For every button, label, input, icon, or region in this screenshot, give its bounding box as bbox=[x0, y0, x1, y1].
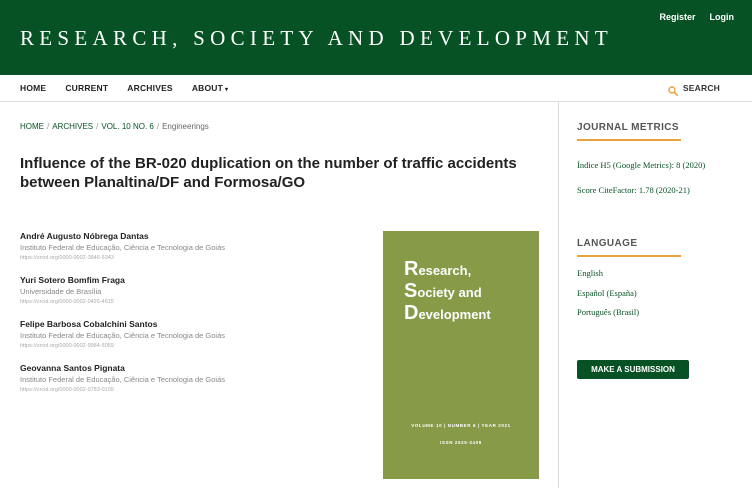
author-entry: Felipe Barbosa Cobalchini Santos Institu… bbox=[20, 319, 270, 350]
cover-title-line: Development bbox=[404, 303, 491, 325]
author-affiliation: Instituto Federal de Educação, Ciência e… bbox=[20, 331, 225, 340]
breadcrumb-home[interactable]: HOME bbox=[20, 122, 44, 131]
nav-item-current[interactable]: CURRENT bbox=[65, 83, 108, 93]
cover-title-text: esearch, bbox=[418, 263, 472, 278]
primary-nav: HOME CURRENT ARCHIVES ABOUT ▾ SEARCH bbox=[0, 75, 752, 102]
breadcrumb-archives[interactable]: ARCHIVES bbox=[52, 122, 93, 131]
metric-link-h5[interactable]: Índice H5 (Google Metrics): 8 (2020) bbox=[577, 160, 705, 170]
author-list: André Augusto Nóbrega Dantas Instituto F… bbox=[20, 231, 270, 407]
nav-item-archives[interactable]: ARCHIVES bbox=[127, 83, 173, 93]
language-link-english[interactable]: English bbox=[577, 268, 603, 278]
author-orcid-link[interactable]: https://orcid.org/0000-0002-0426-4615 bbox=[20, 298, 270, 306]
language-block-title: LANGUAGE bbox=[577, 238, 638, 249]
cover-title-line: Research, bbox=[404, 259, 491, 281]
author-name: André Augusto Nóbrega Dantas bbox=[20, 231, 149, 241]
search-icon bbox=[668, 83, 678, 96]
main-content: HOME / ARCHIVES / VOL. 10 NO. 6/Engineerings… bbox=[0, 102, 558, 488]
author-name: Geovanna Santos Pignata bbox=[20, 363, 125, 373]
breadcrumb-current: Engineerings bbox=[162, 122, 209, 131]
breadcrumb-separator: / bbox=[47, 122, 50, 131]
author-entry: Yuri Sotero Bomfim Fraga Universidade de… bbox=[20, 275, 270, 306]
author-affiliation: Instituto Federal de Educação, Ciência e… bbox=[20, 375, 225, 384]
cover-title-line: Society and bbox=[404, 281, 491, 303]
breadcrumb-separator: / bbox=[156, 122, 160, 131]
user-nav: Register Login bbox=[659, 12, 734, 22]
author-affiliation: Instituto Federal de Educação, Ciência e… bbox=[20, 243, 225, 252]
nav-item-about-label: ABOUT bbox=[191, 83, 224, 93]
language-title-underline bbox=[577, 255, 681, 257]
breadcrumb: HOME / ARCHIVES / VOL. 10 NO. 6/Engineerings bbox=[20, 122, 209, 131]
search-label: SEARCH bbox=[682, 83, 720, 93]
article-title: Influence of the BR-020 duplication on t… bbox=[20, 155, 517, 191]
login-link[interactable]: Login bbox=[710, 12, 735, 22]
breadcrumb-issue[interactable]: VOL. 10 NO. 6 bbox=[101, 122, 153, 131]
sidebar: JOURNAL METRICS Índice H5 (Google Metric… bbox=[559, 102, 752, 488]
author-entry: Geovanna Santos Pignata Instituto Federa… bbox=[20, 363, 270, 394]
author-orcid-link[interactable]: https://orcid.org/0000-0002-0783-0109 bbox=[20, 386, 270, 394]
cover-title-initial: S bbox=[404, 280, 418, 302]
search-button[interactable]: SEARCH bbox=[668, 83, 720, 96]
language-link-espanol[interactable]: Español (España) bbox=[577, 288, 637, 298]
cover-title: Research, Society and Development bbox=[404, 259, 491, 325]
author-orcid-link[interactable]: https://orcid.org/0000-0002-9984-5059 bbox=[20, 342, 270, 350]
author-orcid-link[interactable]: https://orcid.org/0000-0002-3846-5343 bbox=[20, 254, 270, 262]
register-link[interactable]: Register bbox=[659, 12, 695, 22]
metric-link-citefactor[interactable]: Score CiteFactor: 1.78 (2020-21) bbox=[577, 185, 690, 195]
make-submission-button[interactable]: MAKE A SUBMISSION bbox=[577, 360, 689, 379]
nav-item-about[interactable]: ABOUT ▾ bbox=[192, 83, 228, 93]
author-affiliation: Universidade de Brasília bbox=[20, 287, 102, 296]
cover-title-initial: D bbox=[404, 302, 419, 324]
author-name: Yuri Sotero Bomfim Fraga bbox=[20, 275, 125, 285]
cover-title-text: evelopment bbox=[418, 307, 491, 322]
cover-volume-line: VOLUME 10 | NUMBER 6 | YEAR 2021 bbox=[411, 423, 511, 428]
author-name: Felipe Barbosa Cobalchini Santos bbox=[20, 319, 158, 329]
nav-item-home[interactable]: HOME bbox=[20, 83, 46, 93]
chevron-down-icon: ▾ bbox=[225, 87, 229, 93]
author-entry: André Augusto Nóbrega Dantas Instituto F… bbox=[20, 231, 270, 262]
site-title[interactable]: RESEARCH, SOCIETY AND DEVELOPMENT bbox=[20, 26, 613, 51]
issue-cover-image[interactable]: Research, Society and Development VOLUME… bbox=[383, 231, 539, 479]
metrics-block-title: JOURNAL METRICS bbox=[577, 122, 679, 133]
cover-issn-line: ISSN 2525-3409 bbox=[440, 440, 482, 445]
metrics-title-underline bbox=[577, 139, 681, 141]
cover-title-initial: R bbox=[404, 258, 419, 280]
breadcrumb-separator: / bbox=[96, 122, 99, 131]
site-header: RESEARCH, SOCIETY AND DEVELOPMENT Regist… bbox=[0, 0, 752, 75]
language-link-portugues[interactable]: Português (Brasil) bbox=[577, 307, 639, 317]
cover-title-text: ociety and bbox=[417, 285, 482, 300]
